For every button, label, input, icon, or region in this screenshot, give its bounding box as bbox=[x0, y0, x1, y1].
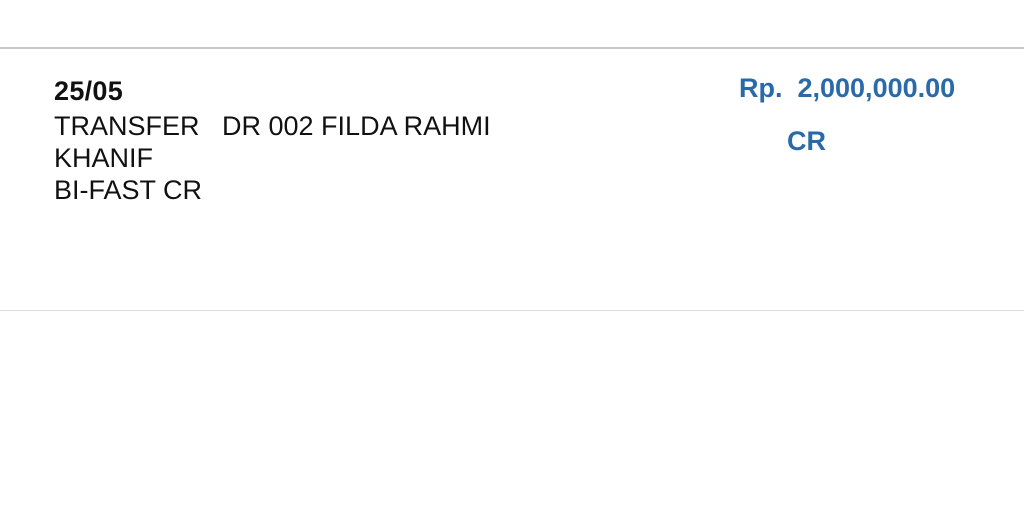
transaction-amount: Rp. 2,000,000.00 bbox=[739, 73, 956, 103]
transaction-type-badge: CR bbox=[787, 126, 826, 156]
transaction-description: TRANSFER DR 002 FILDA RAHMI KHANIF BI-FA… bbox=[54, 110, 614, 206]
description-line: BI-FAST CR bbox=[54, 175, 203, 205]
description-line: KHANIF bbox=[54, 143, 154, 173]
description-line: TRANSFER DR 002 FILDA RAHMI bbox=[54, 111, 491, 141]
bottom-divider bbox=[0, 310, 1024, 311]
transaction-date: 25/05 bbox=[54, 76, 124, 106]
transaction-row[interactable]: 25/05 TRANSFER DR 002 FILDA RAHMI KHANIF… bbox=[0, 49, 1024, 310]
